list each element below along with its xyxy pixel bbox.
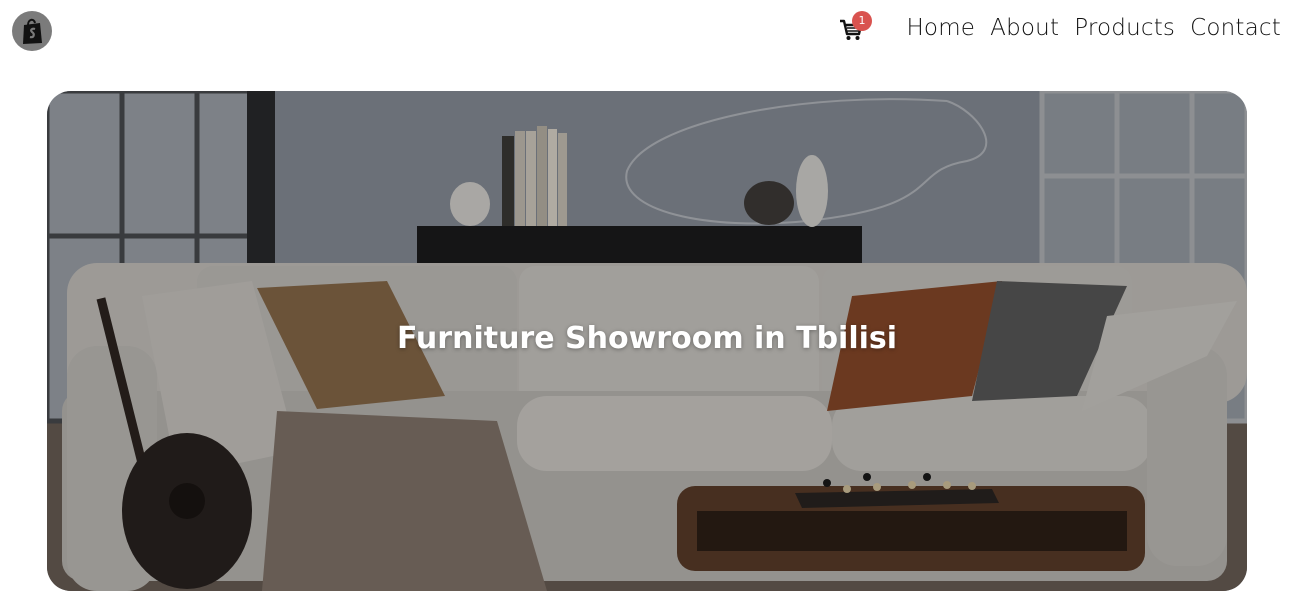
shopping-bag-logo-icon	[23, 18, 42, 44]
cart-count-badge: 1	[852, 11, 872, 31]
site-header: 1 Home About Products Contact	[0, 0, 1301, 64]
nav-products[interactable]: Products	[1074, 15, 1175, 41]
main-nav: Home About Products Contact	[906, 15, 1281, 41]
nav-contact[interactable]: Contact	[1190, 15, 1281, 41]
store-logo[interactable]	[12, 11, 52, 51]
nav-about[interactable]: About	[990, 15, 1059, 41]
hero-title: Furniture Showroom in Tbilisi	[396, 321, 898, 356]
hero-banner: Furniture Showroom in Tbilisi	[47, 91, 1247, 591]
nav-home[interactable]: Home	[906, 15, 975, 41]
